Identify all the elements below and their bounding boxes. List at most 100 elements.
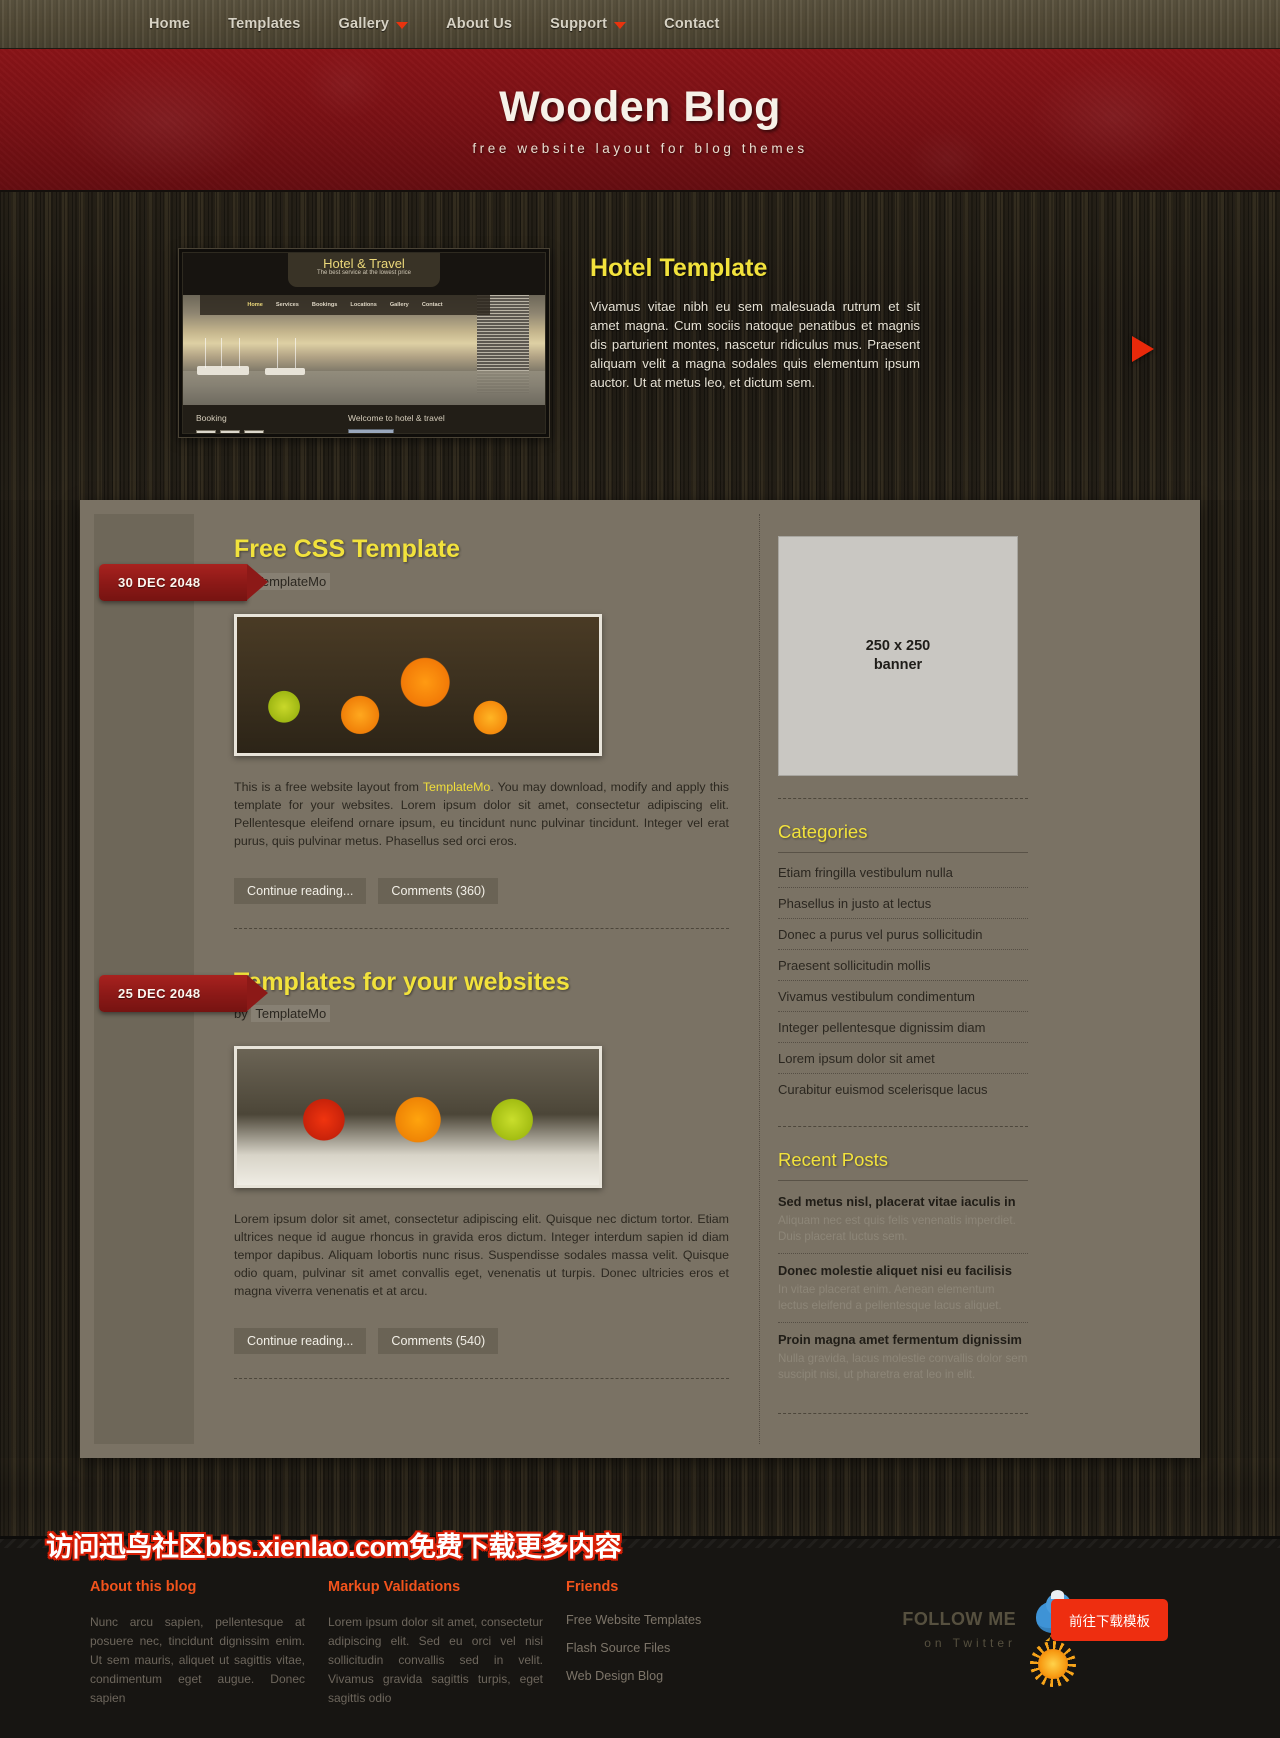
heading-rule	[778, 1180, 1028, 1181]
recent-post-desc: Nulla gravida, lacus molestie convallis …	[778, 1352, 1028, 1381]
screenshot-field	[196, 430, 216, 433]
nav-item-templates[interactable]: Templates	[209, 0, 319, 48]
footer-friends-column: Friends Free Website Templates Flash Sou…	[566, 1579, 796, 1708]
screenshot-form-fields	[196, 430, 335, 433]
comments-button[interactable]: Comments (540)	[378, 1328, 499, 1354]
feature-inner: Hotel & Travel The best service at the l…	[80, 248, 1200, 438]
recent-post-item: Proin magna amet fermentum dignissim Nul…	[778, 1323, 1028, 1391]
post-date-ribbon: 30 DEC 2048	[99, 564, 268, 601]
post-date-ribbon: 25 DEC 2048	[99, 974, 268, 1012]
recent-post-title[interactable]: Sed metus nisl, placerat vitae iaculis i…	[778, 1194, 1028, 1209]
footer-markup-text: Lorem ipsum dolor sit amet, consectetur …	[328, 1615, 543, 1705]
nav-item-gallery[interactable]: Gallery	[320, 0, 428, 48]
categories-list: Etiam fringilla vestibulum nulla Phasell…	[778, 857, 1028, 1104]
sidebar: 250 x 250 banner Categories Etiam fringi…	[759, 514, 1044, 1444]
content-wrapper: 30 DEC 2048 Free CSS Template by Templat…	[80, 500, 1200, 1458]
post-image[interactable]	[234, 1046, 602, 1188]
mast-shape	[221, 338, 222, 368]
post-actions: Continue reading... Comments (360)	[234, 877, 729, 904]
recent-post-desc: Aliquam nec est quis felis venenatis imp…	[778, 1214, 1016, 1243]
banner-placeholder[interactable]: 250 x 250 banner	[778, 536, 1018, 776]
sun-icon	[1030, 1641, 1076, 1687]
boats-shape	[191, 338, 415, 377]
continue-reading-button[interactable]: Continue reading...	[234, 1328, 367, 1354]
mast-shape	[277, 338, 278, 368]
post-byline: by TemplateMo	[234, 1005, 729, 1022]
blog-post: 25 DEC 2048 Templates for your websites …	[99, 968, 729, 1379]
sidebar-item-category[interactable]: Etiam fringilla vestibulum nulla	[778, 857, 1028, 888]
page-title: Wooden Blog	[499, 83, 781, 131]
top-navigation: Home Templates Gallery About Us Support …	[0, 0, 1280, 49]
comments-button[interactable]: Comments (360)	[378, 877, 499, 904]
recent-posts-heading: Recent Posts	[778, 1149, 889, 1170]
footer-markup-column: Markup Validations Lorem ipsum dolor sit…	[328, 1579, 566, 1708]
screenshot-frame: Hotel & Travel The best service at the l…	[182, 252, 546, 434]
post-byline: by TemplateMo	[234, 572, 729, 590]
footer-about-text: Nunc arcu sapien, pellentesque at posuer…	[90, 1615, 305, 1705]
post-divider	[234, 1378, 729, 1379]
footer-friend-link[interactable]: Web Design Blog	[566, 1669, 796, 1683]
post-divider	[234, 927, 729, 929]
content-card: 30 DEC 2048 Free CSS Template by Templat…	[80, 500, 1200, 1458]
footer-friends-heading: Friends	[566, 1579, 619, 1595]
sidebar-item-category[interactable]: Integer pellentesque dignissim diam	[778, 1012, 1028, 1043]
sidebar-item-category[interactable]: Donec a purus vel purus sollicitudin	[778, 919, 1028, 950]
post-body: Lorem ipsum dolor sit amet, consectetur …	[234, 1210, 729, 1300]
screenshot-nav-item: Home	[247, 302, 263, 308]
site-header-banner: Wooden Blog free website layout for blog…	[0, 49, 1280, 192]
templatemo-link[interactable]: TemplateMo	[423, 780, 491, 794]
download-template-button[interactable]: 前往下载模板	[1051, 1599, 1168, 1641]
footer-friend-link[interactable]: Flash Source Files	[566, 1641, 796, 1655]
nav-item-support[interactable]: Support	[531, 0, 645, 48]
screenshot-nav-item: Gallery	[389, 302, 409, 308]
blog-post: 30 DEC 2048 Free CSS Template by Templat…	[99, 535, 729, 929]
site-tagline: free website layout for blog themes	[472, 141, 808, 156]
sidebar-divider	[778, 1413, 1028, 1414]
continue-reading-button[interactable]: Continue reading...	[234, 877, 367, 904]
on-twitter-label: on Twitter	[924, 1636, 1016, 1650]
nav-item-contact[interactable]: Contact	[645, 0, 738, 48]
footer-about-column: About this blog Nunc arcu sapien, pellen…	[90, 1579, 328, 1708]
post-title[interactable]: Templates for your websites	[234, 968, 729, 997]
banner-label: banner	[873, 657, 923, 673]
feature-slider: Hotel & Travel The best service at the l…	[0, 192, 1280, 500]
recent-post-item: Sed metus nisl, placerat vitae iaculis i…	[778, 1185, 1028, 1254]
screenshot-brand: Hotel & Travel	[323, 256, 405, 271]
footer-spacer	[0, 1458, 1280, 1536]
recent-posts-list: Sed metus nisl, placerat vitae iaculis i…	[778, 1185, 1028, 1391]
footer-friend-link[interactable]: Free Website Templates	[566, 1613, 796, 1627]
nav-label: Gallery	[338, 16, 390, 32]
recent-post-title[interactable]: Donec molestie aliquet nisi eu facilisis	[778, 1263, 1028, 1278]
chevron-down-icon	[396, 21, 409, 29]
banner-text: 250 x 250 banner	[866, 637, 931, 675]
screenshot-navbar: Home Services Bookings Locations Gallery…	[200, 295, 490, 315]
screenshot-nav-item: Bookings	[311, 302, 338, 308]
screenshot-booking-label: Booking	[196, 413, 227, 423]
nav-item-home[interactable]: Home	[130, 0, 209, 48]
nav-item-about-us[interactable]: About Us	[427, 0, 531, 48]
sidebar-item-category[interactable]: Lorem ipsum dolor sit amet	[778, 1043, 1028, 1074]
post-title[interactable]: Free CSS Template	[234, 535, 729, 564]
recent-post-title[interactable]: Proin magna amet fermentum dignissim	[778, 1332, 1028, 1347]
fruits-photo	[237, 1049, 599, 1185]
sidebar-item-category[interactable]: Vivamus vestibulum condimentum	[778, 981, 1028, 1012]
sun-core	[1038, 1649, 1068, 1679]
feature-description: Vivamus vitae nibh eu sem malesuada rutr…	[590, 299, 920, 390]
template-screenshot-thumbnail[interactable]: Hotel & Travel The best service at the l…	[178, 248, 550, 438]
post-image[interactable]	[234, 613, 602, 756]
oranges-photo	[237, 616, 599, 753]
post-list: 30 DEC 2048 Free CSS Template by Templat…	[94, 514, 749, 1444]
nav-label: Support	[550, 16, 608, 32]
screenshot-nav-item: Locations	[350, 302, 377, 308]
sidebar-item-category[interactable]: Phasellus in justo at lectus	[778, 888, 1028, 919]
next-arrow-icon[interactable]	[1132, 336, 1154, 362]
sidebar-item-category[interactable]: Praesent sollicitudin mollis	[778, 950, 1028, 981]
screenshot-welcome-col: Welcome to hotel & travel	[335, 405, 545, 433]
screenshot-lower-section: Booking Welcome to hotel & travel	[183, 405, 545, 433]
post-body-before: This is a free website layout from	[234, 779, 423, 794]
nav-label: Home	[149, 16, 191, 32]
sidebar-item-category[interactable]: Curabitur euismod scelerisque lacus	[778, 1074, 1028, 1104]
screenshot-nav-item: Contact	[421, 302, 443, 308]
recent-post-item: Donec molestie aliquet nisi eu facilisis…	[778, 1254, 1028, 1323]
post-actions: Continue reading... Comments (540)	[234, 1328, 729, 1354]
